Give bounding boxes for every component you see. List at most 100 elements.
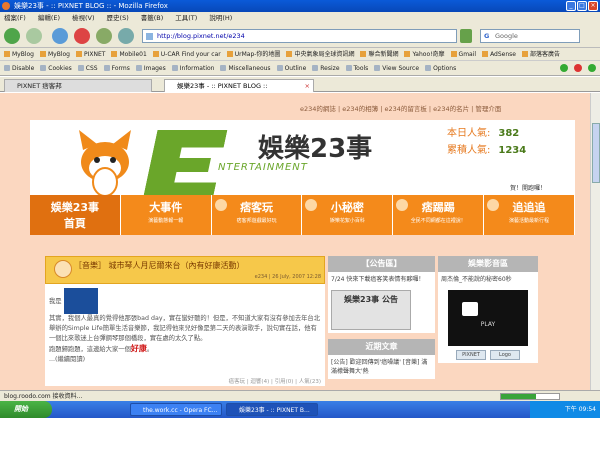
go-button[interactable] [460,29,472,43]
reload-icon[interactable] [52,28,68,44]
bookmark-item[interactable]: Yahoo!奇摩 [404,48,444,60]
taskbar-item-firefox[interactable]: 娛樂23事 - :: PIXNET B... [226,403,318,416]
webdev-information[interactable]: Information [172,61,215,75]
article-footer[interactable]: 癌客玩 | 迴響(4) | 引用(0) | 人氣(23) [229,377,321,385]
web-developer-toolbar: Disable Cookies CSS Forms Images Informa… [0,61,600,76]
article-paragraph: 其實，我個人最真的覺得他那張bad day，實在蠻好聽的！但是，不知道大家有沒有… [49,315,321,342]
menu-tools[interactable]: 工具(T) [175,12,197,24]
menu-bookmarks[interactable]: 書籤(B) [141,12,164,24]
artist-logo-icon [63,288,98,314]
article-punct: 。 [146,346,154,353]
error-icon[interactable] [574,64,582,72]
webdev-viewsource[interactable]: View Source [374,61,419,75]
webdev-tools[interactable]: Tools [346,61,369,75]
valid-check-icon[interactable] [560,64,568,72]
tab-blog[interactable]: 娛樂23事 - :: PIXNET BLOG :: × [164,79,314,92]
bookmark-item[interactable]: AdSense [482,48,516,60]
nav-ptt[interactable]: 痞踢踢 全民不同網都在這裡說！ [393,195,485,235]
bookmark-item[interactable]: PIXNET [76,48,105,60]
today-label: 本日人氣: [447,128,491,139]
blog-top-links[interactable]: e234的網誌 | e234的相簿 | e234的留言板 | e234的名片 |… [300,103,501,113]
article-intro: 我是 [49,298,62,305]
webdev-css[interactable]: CSS [78,61,98,75]
webdev-forms[interactable]: Forms [104,61,130,75]
bookmark-item[interactable]: U-CAR Find your car [153,48,221,60]
vertical-scrollbar[interactable] [590,93,600,390]
read-more-link[interactable]: ...(繼續閱讀) [49,355,321,365]
announcement-image[interactable]: 娛樂23事 公告 [331,290,411,330]
bookmark-item[interactable]: 中央氣象局全球資訊網 [286,48,354,60]
start-button[interactable]: 開始 [0,401,52,418]
menu-file[interactable]: 檔案(F) [4,12,26,24]
close-button[interactable]: × [588,1,598,11]
webdev-disable[interactable]: Disable [4,61,34,75]
bookmark-item[interactable]: Gmail [451,48,477,60]
loading-progress [500,393,560,400]
minimize-button[interactable]: _ [566,1,576,11]
article-highlight: 好康 [130,344,147,353]
stop-icon[interactable] [74,28,90,44]
scrollbar-thumb[interactable] [592,123,600,183]
webdev-misc[interactable]: Miscellaneous [220,61,270,75]
home-icon[interactable] [96,28,112,44]
partner-logo[interactable]: Logo [490,350,520,360]
recent-posts-header: 近期文章 [328,339,435,355]
tab-label: PIXNET 痞客邦 [17,82,62,90]
url-input[interactable]: http://blog.pixnet.net/e234 [142,29,457,43]
nav-home[interactable]: 娛樂23事 首頁 [30,195,121,235]
video-title[interactable]: 周杰倫_不能說的秘密60秒 [441,275,535,284]
webdev-images[interactable]: Images [136,61,166,75]
valid-check-icon[interactable] [588,64,596,72]
bookmark-icon[interactable] [118,28,134,44]
page-content: e234的網誌 | e234的相簿 | e234的留言板 | e234的名片 |… [0,93,590,390]
bookmark-item[interactable]: UrMap-你的地圖 [227,48,281,60]
announcement-text[interactable]: 7/24 快來下載癌客笑表情有夥囉！ [331,275,432,284]
nav-games[interactable]: 痞客玩 痞客邦遊戲最好玩 [212,195,303,235]
navigation-toolbar: http://blog.pixnet.net/e234 Google [0,24,600,48]
nav-sublabel: 首頁 [63,217,86,230]
forward-icon[interactable] [26,28,42,44]
announcement-panel: 【公告區】 7/24 快來下載癌客笑表情有夥囉！ 娛樂23事 公告 近期文章 [… [328,256,435,386]
blog-article: ［音樂］ 城市琴人月尼爾來台（內有好康活動） e234 | 26 July, 2… [45,256,325,386]
webdev-cookies[interactable]: Cookies [40,61,72,75]
play-label: PLAY [480,321,496,328]
site-subtitle: NTERTAINMENT [218,162,308,173]
webdev-resize[interactable]: Resize [312,61,339,75]
blog-nav: 娛樂23事 首頁 大事件 演藝動態報一報 痞客玩 痞客邦遊戲最好玩 小秘密 娛樂… [30,195,575,235]
clock: 下午 09:54 [564,406,596,413]
fox-icon [214,199,227,211]
nav-big-event[interactable]: 大事件 演藝動態報一報 [121,195,212,235]
webdev-outline[interactable]: Outline [277,61,307,75]
nav-label: 娛樂23事 [50,201,100,214]
greeting-text: 賀！開跑囉！ [510,185,547,192]
article-paragraph: 跑題歸跑題，這邊給大家一個 [49,346,131,353]
close-tab-icon[interactable]: × [305,80,310,93]
nav-sublabel: 痞客邦遊戲最好玩 [236,218,277,224]
menu-history[interactable]: 歷史(S) [107,12,129,24]
bookmark-item[interactable]: 聯合新聞網 [360,48,398,60]
recent-posts-list[interactable]: [公告] 歡迎回傳到'癌噪議' [音樂] 滿滿檬聲舞大'熱 [328,355,435,379]
nav-events[interactable]: 追追追 演藝活動最新行程 [484,195,575,235]
video-player[interactable]: PLAY [448,290,528,346]
article-meta: e234 | 26 July, 2007 12:28 [254,274,321,280]
back-icon[interactable] [4,28,20,44]
bookmark-item[interactable]: MyBlog [40,48,70,60]
video-panel: 娛樂影音區 周杰倫_不能說的秘密60秒 PLAY PIXNET Logo [438,256,538,386]
nav-sublabel: 全民不同網都在這裡說！ [410,218,466,224]
maximize-button[interactable]: □ [577,1,587,11]
webdev-options[interactable]: Options [425,61,456,75]
pixnet-logo[interactable]: PIXNET [456,350,486,360]
search-input[interactable]: Google [480,29,580,43]
taskbar-item-opera[interactable]: the.work.cc - Opera FC... [130,403,222,416]
bookmark-item[interactable]: MyBlog [4,48,34,60]
today-value: 382 [498,128,520,139]
menu-edit[interactable]: 編輯(E) [38,12,60,24]
tab-pixnet[interactable]: PIXNET 痞客邦 [4,79,152,92]
bookmark-item[interactable]: 部落客廣告 [522,48,560,60]
nav-label: 大事件 [149,201,183,214]
menu-view[interactable]: 檢視(V) [72,12,95,24]
visitor-stats: 本日人氣: 382 累積人氣: 1234 [447,125,526,159]
menu-help[interactable]: 說明(H) [209,12,232,24]
nav-secrets[interactable]: 小秘密 娛樂花絮小百科 [302,195,394,235]
bookmark-item[interactable]: Mobile01 [111,48,146,60]
